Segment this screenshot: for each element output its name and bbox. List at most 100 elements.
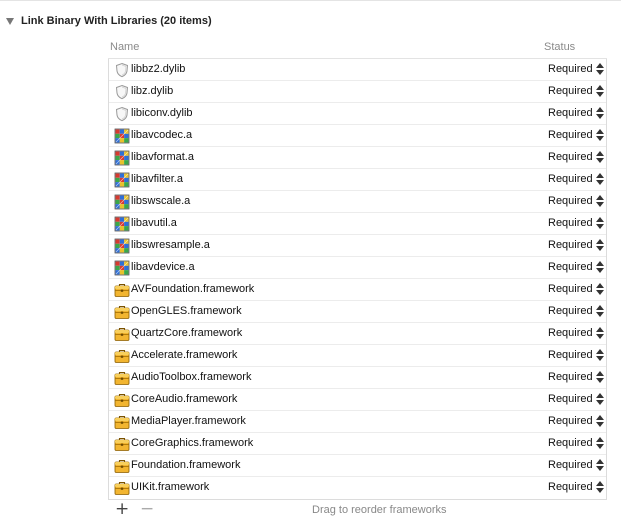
library-row[interactable]: OpenGLES.framework Required <box>109 301 606 323</box>
library-row[interactable]: AudioToolbox.framework Required <box>109 367 606 389</box>
status-label: Required <box>548 305 593 317</box>
status-popup[interactable]: Required <box>548 282 604 296</box>
framework-toolbox-icon <box>114 282 130 298</box>
status-popup[interactable]: Required <box>548 238 604 252</box>
library-row[interactable]: MediaPlayer.framework Required <box>109 411 606 433</box>
build-phase-header[interactable]: Link Binary With Libraries (20 items) <box>6 12 212 30</box>
status-popup[interactable]: Required <box>548 458 604 472</box>
drag-reorder-hint: Drag to reorder frameworks <box>312 504 447 516</box>
top-divider <box>0 0 621 1</box>
static-library-icon <box>114 216 130 232</box>
library-row[interactable]: CoreAudio.framework Required <box>109 389 606 411</box>
library-row[interactable]: libavutil.a Required <box>109 213 606 235</box>
status-popup[interactable]: Required <box>548 84 604 98</box>
up-down-chevron-icon <box>595 150 604 164</box>
status-popup[interactable]: Required <box>548 62 604 76</box>
shield-icon <box>114 84 130 100</box>
library-name: libswscale.a <box>131 195 191 207</box>
status-popup[interactable]: Required <box>548 260 604 274</box>
status-label: Required <box>548 371 593 383</box>
status-label: Required <box>548 107 593 119</box>
library-row[interactable]: libavcodec.a Required <box>109 125 606 147</box>
status-popup[interactable]: Required <box>548 172 604 186</box>
up-down-chevron-icon <box>595 238 604 252</box>
status-popup[interactable]: Required <box>548 414 604 428</box>
up-down-chevron-icon <box>595 458 604 472</box>
library-row[interactable]: Accelerate.framework Required <box>109 345 606 367</box>
framework-toolbox-icon <box>114 304 130 320</box>
library-row[interactable]: AVFoundation.framework Required <box>109 279 606 301</box>
library-name: libavfilter.a <box>131 173 183 185</box>
library-name: libavdevice.a <box>131 261 195 273</box>
library-name: libiconv.dylib <box>131 107 193 119</box>
library-name: libbz2.dylib <box>131 63 186 75</box>
status-popup[interactable]: Required <box>548 304 604 318</box>
status-popup[interactable]: Required <box>548 128 604 142</box>
up-down-chevron-icon <box>595 348 604 362</box>
library-name: libz.dylib <box>131 85 174 97</box>
library-row[interactable]: libavfilter.a Required <box>109 169 606 191</box>
library-row[interactable]: libavdevice.a Required <box>109 257 606 279</box>
library-name: MediaPlayer.framework <box>131 415 246 427</box>
status-popup[interactable]: Required <box>548 194 604 208</box>
library-row[interactable]: libswresample.a Required <box>109 235 606 257</box>
column-header-status[interactable]: Status <box>544 41 575 53</box>
status-label: Required <box>548 239 593 251</box>
status-popup[interactable]: Required <box>548 370 604 384</box>
status-label: Required <box>548 129 593 141</box>
library-row[interactable]: libswscale.a Required <box>109 191 606 213</box>
status-popup[interactable]: Required <box>548 480 604 494</box>
remove-library-button[interactable]: − <box>140 500 154 518</box>
status-label: Required <box>548 349 593 361</box>
library-row[interactable]: CoreGraphics.framework Required <box>109 433 606 455</box>
up-down-chevron-icon <box>595 414 604 428</box>
status-label: Required <box>548 195 593 207</box>
status-label: Required <box>548 85 593 97</box>
framework-toolbox-icon <box>114 436 130 452</box>
libraries-table: Name Status libbz2.dylib Required libz.dyl… <box>108 38 607 500</box>
library-row[interactable]: Foundation.framework Required <box>109 455 606 477</box>
library-name: Foundation.framework <box>131 459 241 471</box>
status-popup[interactable]: Required <box>548 392 604 406</box>
status-label: Required <box>548 63 593 75</box>
library-name: libavcodec.a <box>131 129 193 141</box>
status-label: Required <box>548 481 593 493</box>
status-label: Required <box>548 217 593 229</box>
status-label: Required <box>548 151 593 163</box>
status-popup[interactable]: Required <box>548 326 604 340</box>
table-footer: + − Drag to reorder frameworks <box>108 499 607 521</box>
up-down-chevron-icon <box>595 260 604 274</box>
up-down-chevron-icon <box>595 106 604 120</box>
library-row[interactable]: libavformat.a Required <box>109 147 606 169</box>
framework-toolbox-icon <box>114 392 130 408</box>
up-down-chevron-icon <box>595 216 604 230</box>
framework-toolbox-icon <box>114 370 130 386</box>
library-name: AVFoundation.framework <box>131 283 255 295</box>
up-down-chevron-icon <box>595 436 604 450</box>
library-row[interactable]: libiconv.dylib Required <box>109 103 606 125</box>
status-label: Required <box>548 459 593 471</box>
library-name: libswresample.a <box>131 239 210 251</box>
library-row[interactable]: libbz2.dylib Required <box>109 59 606 81</box>
up-down-chevron-icon <box>595 172 604 186</box>
status-label: Required <box>548 261 593 273</box>
status-popup[interactable]: Required <box>548 436 604 450</box>
status-popup[interactable]: Required <box>548 150 604 164</box>
framework-toolbox-icon <box>114 458 130 474</box>
status-popup[interactable]: Required <box>548 106 604 120</box>
up-down-chevron-icon <box>595 62 604 76</box>
library-row[interactable]: UIKit.framework Required <box>109 477 606 499</box>
column-header-name[interactable]: Name <box>110 41 139 53</box>
up-down-chevron-icon <box>595 392 604 406</box>
shield-icon <box>114 62 130 78</box>
library-row[interactable]: libz.dylib Required <box>109 81 606 103</box>
up-down-chevron-icon <box>595 282 604 296</box>
library-name: OpenGLES.framework <box>131 305 242 317</box>
framework-toolbox-icon <box>114 414 130 430</box>
status-popup[interactable]: Required <box>548 348 604 362</box>
disclosure-triangle-icon[interactable] <box>6 18 14 25</box>
library-name: libavutil.a <box>131 217 177 229</box>
add-library-button[interactable]: + <box>115 500 129 518</box>
library-row[interactable]: QuartzCore.framework Required <box>109 323 606 345</box>
status-popup[interactable]: Required <box>548 216 604 230</box>
